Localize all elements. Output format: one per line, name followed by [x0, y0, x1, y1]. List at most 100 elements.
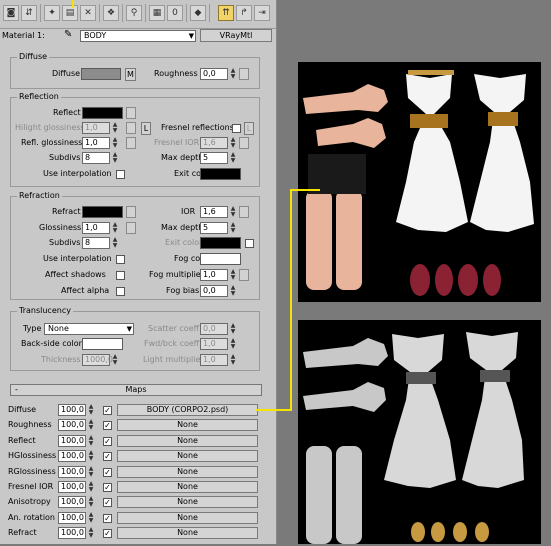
map-amount-field[interactable]: 100,0: [58, 419, 86, 432]
map-amount-field[interactable]: 100,0: [58, 496, 86, 509]
material-type-button[interactable]: VRayMtl: [200, 29, 272, 42]
map-enable-checkbox[interactable]: ✓: [103, 421, 112, 431]
roughness-spinner[interactable]: ▲ ▼: [229, 68, 237, 80]
map-amount-field[interactable]: 100,0: [58, 527, 86, 540]
refr-glossiness-map-button[interactable]: [126, 222, 136, 234]
map-amount-field[interactable]: 100,0: [58, 465, 86, 478]
refr-exit-color-checkbox[interactable]: [245, 239, 254, 248]
affect-alpha-checkbox[interactable]: [116, 287, 125, 296]
map-enable-checkbox[interactable]: ✓: [103, 483, 112, 492]
hilight-map-button[interactable]: [126, 122, 136, 134]
ior-map-button[interactable]: [239, 206, 249, 218]
reflect-color-swatch[interactable]: [82, 107, 123, 119]
refl-subdivs-spinner[interactable]: ▲ ▼: [111, 152, 119, 164]
refr-max-depth-field[interactable]: 5: [200, 222, 228, 234]
fog-multiplier-spinner[interactable]: ▲ ▼: [229, 269, 237, 281]
go-forward-icon[interactable]: ⇥: [254, 5, 270, 21]
fwd-bck-coeff-field[interactable]: 1,0: [200, 338, 228, 350]
fresnel-ior-spinner[interactable]: ▲ ▼: [229, 137, 237, 149]
fog-multiplier-field[interactable]: 1,0: [200, 269, 228, 281]
show-end-result-icon[interactable]: ⇈: [218, 5, 234, 21]
hilight-lock-button[interactable]: L: [141, 122, 151, 135]
map-enable-checkbox[interactable]: ✓: [103, 406, 112, 415]
refl-glossiness-spinner[interactable]: ▲ ▼: [111, 137, 119, 149]
map-amount-spinner[interactable]: ▲ ▼: [87, 511, 95, 524]
put-to-library-icon[interactable]: ▦: [149, 5, 165, 21]
fresnel-lock-button[interactable]: L: [244, 122, 254, 135]
fog-color-swatch[interactable]: [200, 253, 241, 265]
map-amount-spinner[interactable]: ▲ ▼: [87, 527, 95, 539]
refl-max-depth-field[interactable]: 5: [200, 152, 228, 164]
thickness-spinner[interactable]: ▲ ▼: [111, 354, 119, 366]
hilight-glossiness-field[interactable]: 1,0: [82, 122, 110, 134]
maps-rollout-header[interactable]: - Maps: [10, 384, 262, 396]
map-amount-field[interactable]: 100,0: [58, 450, 86, 463]
translucency-type-dropdown[interactable]: None ▼: [44, 323, 134, 335]
map-slot-button[interactable]: None: [117, 434, 258, 447]
back-side-color-swatch[interactable]: [82, 338, 123, 350]
refr-subdivs-spinner[interactable]: ▲ ▼: [111, 237, 119, 249]
scatter-coeff-spinner[interactable]: ▲ ▼: [229, 323, 237, 335]
sample-slot-icon[interactable]: ◙: [3, 5, 19, 21]
light-multiplier-spinner[interactable]: ▲ ▼: [229, 354, 237, 366]
refl-exit-color-swatch[interactable]: [200, 168, 241, 180]
fresnel-reflections-checkbox[interactable]: [232, 124, 241, 133]
refr-exit-color-swatch[interactable]: [200, 237, 241, 249]
map-slot-button[interactable]: None: [117, 496, 258, 509]
map-amount-spinner[interactable]: ▲ ▼: [87, 496, 95, 508]
refr-glossiness-field[interactable]: 1,0: [82, 222, 110, 234]
make-unique-icon[interactable]: ⚲: [126, 5, 142, 21]
ior-field[interactable]: 1,6: [200, 206, 228, 218]
fog-bias-field[interactable]: 0,0: [200, 285, 228, 297]
diffuse-color-swatch[interactable]: [81, 68, 121, 80]
ior-spinner[interactable]: ▲ ▼: [229, 206, 237, 218]
show-map-icon[interactable]: ◆: [190, 5, 206, 21]
make-copy-icon[interactable]: ❖: [103, 5, 119, 21]
reset-map-icon[interactable]: ✕: [80, 5, 96, 21]
fog-multiplier-map-button[interactable]: [239, 269, 249, 281]
map-enable-checkbox[interactable]: ✓: [103, 452, 112, 462]
map-enable-checkbox[interactable]: ✓: [103, 436, 112, 446]
map-amount-spinner[interactable]: ▲ ▼: [87, 481, 95, 493]
map-slot-button[interactable]: BODY (CORPO2.psd): [117, 404, 258, 416]
fresnel-ior-map-button[interactable]: [239, 137, 249, 149]
material-name-field[interactable]: BODY ▼: [80, 30, 196, 42]
fog-bias-spinner[interactable]: ▲ ▼: [229, 285, 237, 297]
map-amount-field[interactable]: 100,0: [58, 481, 86, 493]
light-multiplier-field[interactable]: 1,0: [200, 354, 228, 366]
refl-max-depth-spinner[interactable]: ▲ ▼: [229, 152, 237, 164]
reflect-map-button[interactable]: [126, 107, 136, 119]
go-to-parent-icon[interactable]: ↱: [236, 5, 252, 21]
refr-use-interpolation-checkbox[interactable]: [116, 255, 125, 264]
map-slot-button[interactable]: None: [117, 465, 258, 478]
map-amount-spinner[interactable]: ▲ ▼: [87, 465, 95, 478]
fresnel-ior-field[interactable]: 1,6: [200, 137, 228, 149]
put-to-scene-icon[interactable]: ✦: [44, 5, 60, 21]
pick-material-icon[interactable]: ✎: [64, 29, 72, 41]
refr-subdivs-field[interactable]: 8: [82, 237, 110, 249]
map-amount-field[interactable]: 100,0: [58, 404, 86, 416]
refr-glossiness-spinner[interactable]: ▲ ▼: [111, 222, 119, 234]
affect-shadows-checkbox[interactable]: [116, 271, 125, 280]
scatter-coeff-field[interactable]: 0,0: [200, 323, 228, 335]
material-id-icon[interactable]: 0: [167, 5, 183, 21]
map-slot-button[interactable]: None: [117, 450, 258, 463]
map-slot-button[interactable]: None: [117, 419, 258, 432]
refract-map-button[interactable]: [126, 206, 136, 218]
thickness-field[interactable]: 1000,0: [82, 354, 113, 366]
map-amount-spinner[interactable]: ▲ ▼: [87, 419, 95, 431]
refl-use-interpolation-checkbox[interactable]: [116, 170, 125, 179]
refract-color-swatch[interactable]: [82, 206, 123, 218]
refl-subdivs-field[interactable]: 8: [82, 152, 110, 164]
assign-material-icon[interactable]: ▤: [62, 5, 78, 21]
hilight-glossiness-spinner[interactable]: ▲ ▼: [111, 122, 119, 134]
refl-glossiness-field[interactable]: 1,0: [82, 137, 110, 149]
get-material-icon[interactable]: ⇵: [21, 5, 37, 21]
map-enable-checkbox[interactable]: ✓: [103, 498, 112, 508]
map-amount-field[interactable]: 100,0: [58, 511, 86, 524]
diffuse-map-button[interactable]: M: [125, 68, 136, 81]
fwd-bck-coeff-spinner[interactable]: ▲ ▼: [229, 338, 237, 350]
map-amount-spinner[interactable]: ▲ ▼: [87, 434, 95, 447]
roughness-field[interactable]: 0,0: [200, 68, 228, 80]
map-slot-button[interactable]: None: [117, 481, 258, 493]
